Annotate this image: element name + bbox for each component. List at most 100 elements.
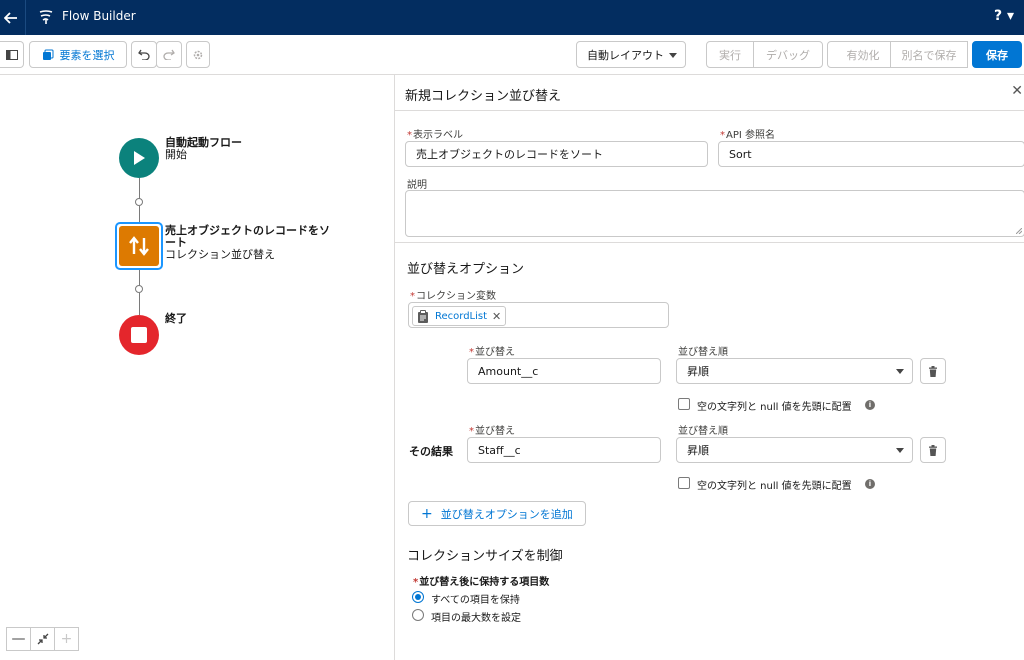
debug-button[interactable]: デバッグ [753,41,823,68]
connector-line [139,270,140,286]
run-button[interactable]: 実行 [706,41,754,68]
description-label: 説明 [407,180,427,191]
info-icon[interactable]: i [865,479,875,489]
keep-all-radio[interactable] [412,591,424,603]
trash-icon [929,365,937,377]
sort-node-title: 売上オブジェクトのレコードをソート [165,224,330,249]
sort-field-label: *並び替え [469,426,515,437]
null-first-label: 空の文字列と null 値を先頭に配置 [697,402,852,413]
connector-add-point[interactable] [135,198,143,206]
connector-add-point[interactable] [135,285,143,293]
plus-icon: + [60,631,73,647]
keep-items-label: *並び替え後に保持する項目数 [413,577,550,588]
info-icon[interactable]: i [865,400,875,410]
sort-options-title: 並び替えオプション [407,262,525,277]
start-node[interactable] [119,138,159,178]
auto-layout-label: 自動レイアウト [587,48,664,62]
chevron-down-icon [896,369,904,374]
redo-button[interactable] [156,41,182,68]
minus-icon: — [11,631,26,647]
collection-variable-label: *コレクション変数 [410,291,496,302]
api-name-input[interactable]: Sort [718,141,1024,167]
end-node[interactable] [119,315,159,355]
auto-layout-dropdown[interactable]: 自動レイアウト [576,41,686,68]
property-panel: 新規コレクション並び替え ✕ *表示ラベル 売上オブジェクトのレコードをソート … [394,75,1024,660]
flow-app-icon [38,9,54,25]
api-name-field-label: *API 参照名 [720,130,775,141]
label-input[interactable]: 売上オブジェクトのレコードをソート [405,141,708,167]
end-node-label: 終了 [165,313,187,325]
keep-all-label: すべての項目を保持 [431,595,520,606]
help-menu-button[interactable]: ? ▾ [994,8,1014,24]
delete-sort-option-button[interactable] [920,437,946,463]
app-header: Flow Builder ? ▾ [0,0,1024,35]
sort-order-label: 並び替え順 [678,426,728,437]
description-textarea[interactable] [405,190,1024,237]
add-sort-option-button[interactable]: + 並び替えオプションを追加 [408,501,586,526]
null-first-label: 空の文字列と null 値を先頭に配置 [697,481,852,492]
sort-node[interactable] [119,226,159,266]
sort-field-input[interactable]: Staff__c [467,437,661,463]
zoom-out-button[interactable]: — [6,627,31,651]
start-node-label: 自動起動フロー 開始 [165,137,285,161]
flow-canvas[interactable]: 自動起動フロー 開始 売上オブジェクトのレコードをソート コレクション並び替え … [0,75,394,660]
sort-node-subtitle: コレクション並び替え [165,248,275,261]
save-as-button[interactable]: 別名で保存 [890,41,968,68]
select-elements-label: 要素を選択 [59,48,115,62]
set-max-radio[interactable] [412,609,424,621]
sort-order-select[interactable]: 昇順 [676,437,913,463]
redo-icon [163,49,175,60]
fit-view-button[interactable] [30,627,55,651]
plus-icon: + [421,505,433,522]
trash-icon [929,444,937,456]
toolbar: 要素を選択 自動レイアウト 実行 デバッグ 有効化 別名で保存 保存 [0,35,1024,75]
toggle-panel-button[interactable] [0,41,24,68]
sort-order-value: 昇順 [687,365,709,378]
undo-button[interactable] [131,41,157,68]
select-elements-button[interactable]: 要素を選択 [29,41,127,68]
activate-button[interactable]: 有効化 [827,41,899,68]
label-field-label: *表示ラベル [407,130,463,141]
start-node-subtitle: 開始 [165,148,187,161]
sort-field-input[interactable]: Amount__c [467,358,661,384]
chevron-down-icon [669,53,677,58]
sort-order-select[interactable]: 昇順 [676,358,913,384]
chevron-down-icon [896,448,904,453]
panel-header: 新規コレクション並び替え ✕ [395,75,1024,111]
panel-title: 新規コレクション並び替え [405,89,562,104]
stop-icon [131,327,147,343]
back-arrow-icon[interactable] [0,0,22,35]
end-node-title: 終了 [165,312,187,325]
panel-toggle-icon [5,49,18,60]
zoom-in-button[interactable]: + [54,627,79,651]
zoom-controls: — + [6,627,79,651]
delete-sort-option-button[interactable] [920,358,946,384]
undo-icon [138,49,150,60]
connector-line [139,206,140,223]
section-divider [395,242,1024,243]
null-first-checkbox[interactable] [678,398,690,410]
app-title: Flow Builder [62,9,136,23]
header-divider [25,0,26,35]
settings-button[interactable] [186,41,210,68]
close-icon[interactable]: ✕ [1011,83,1023,99]
remove-pill-icon[interactable]: ✕ [492,310,501,323]
gear-icon [193,50,203,59]
then-by-label: その結果 [409,445,453,458]
set-max-label: 項目の最大数を設定 [431,613,521,624]
null-first-checkbox[interactable] [678,477,690,489]
sort-field-label: *並び替え [469,347,515,358]
collection-variable-value: RecordList [435,310,488,322]
shrink-icon [37,633,48,645]
sort-arrows-icon [129,236,149,256]
collection-size-title: コレクションサイズを制御 [407,549,563,564]
play-icon [134,151,145,165]
save-button[interactable]: 保存 [972,41,1022,68]
connector-line [139,293,140,315]
sort-order-label: 並び替え順 [678,347,728,358]
resize-handle-icon [1016,228,1022,234]
clipboard-icon [418,309,428,323]
select-elements-icon [42,49,53,60]
collection-variable-input[interactable]: RecordList ✕ [408,302,669,328]
collection-variable-pill[interactable]: RecordList ✕ [412,306,507,326]
